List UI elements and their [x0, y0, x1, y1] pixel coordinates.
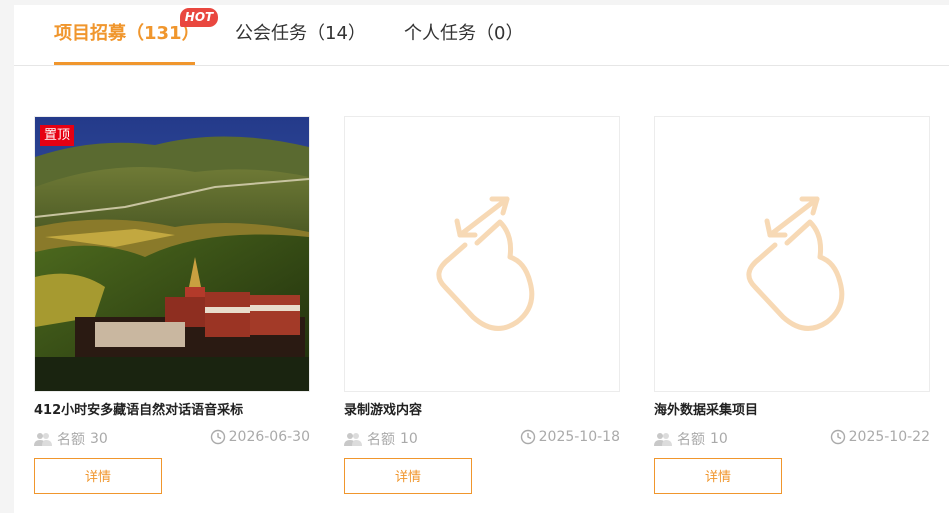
project-thumbnail[interactable]	[654, 116, 930, 392]
project-card: 置顶 412小时安多藏语自然对话语音采标 名额 30 2026-06-30 详情	[34, 116, 310, 494]
tab-guild-tasks[interactable]: 公会任务（14）	[235, 22, 366, 46]
task-panel: 项目招募（131） HOT 公会任务（14） 个人任务（0） 置顶 412小时安…	[14, 5, 949, 513]
quota-label: 名额	[367, 432, 395, 448]
pinned-badge: 置顶	[40, 125, 75, 146]
landscape-photo	[35, 117, 309, 391]
clock-icon	[520, 429, 535, 445]
hot-badge: HOT	[180, 8, 218, 27]
hand-swipe-icon	[436, 196, 535, 331]
project-thumbnail[interactable]	[344, 116, 620, 392]
users-icon	[344, 433, 362, 446]
deadline-date: 2026-06-30	[228, 429, 310, 445]
project-thumbnail[interactable]: 置顶	[34, 116, 310, 392]
clock-icon	[210, 429, 225, 445]
hand-swipe-icon	[746, 196, 845, 331]
details-button[interactable]: 详情	[654, 458, 782, 494]
project-card: 录制游戏内容 名额 10 2025-10-18 详情	[344, 116, 620, 494]
card-title[interactable]: 412小时安多藏语自然对话语音采标	[34, 402, 310, 420]
users-icon	[34, 433, 52, 446]
deadline-date: 2025-10-18	[538, 429, 620, 445]
card-title[interactable]: 录制游戏内容	[344, 402, 620, 420]
deadline-date: 2025-10-22	[848, 429, 930, 445]
quota-value: 30	[90, 431, 108, 447]
clock-icon	[830, 429, 845, 445]
quota-label: 名额	[677, 432, 705, 448]
tab-bar: 项目招募（131） HOT 公会任务（14） 个人任务（0）	[14, 5, 949, 66]
quota-value: 10	[710, 431, 728, 447]
quota-value: 10	[400, 431, 418, 447]
tab-personal-tasks[interactable]: 个人任务（0）	[404, 22, 523, 46]
details-button[interactable]: 详情	[344, 458, 472, 494]
details-button[interactable]: 详情	[34, 458, 162, 494]
tab-project-recruitment[interactable]: 项目招募（131）	[54, 22, 200, 46]
project-card: 海外数据采集项目 名额 10 2025-10-22 详情	[654, 116, 930, 494]
users-icon	[654, 433, 672, 446]
quota-label: 名额	[57, 432, 85, 448]
active-tab-indicator	[54, 62, 195, 65]
card-title[interactable]: 海外数据采集项目	[654, 402, 930, 420]
